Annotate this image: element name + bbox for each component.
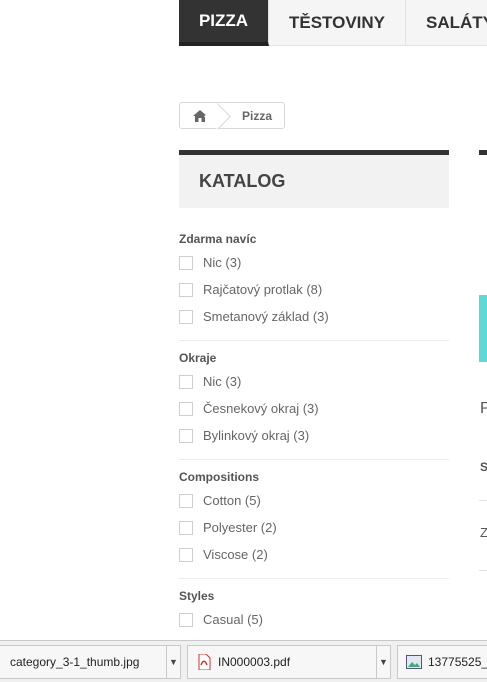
filter-option-label: Polyester (2) [203, 520, 277, 535]
filter-option[interactable]: Česnekový okraj (3) [179, 395, 449, 422]
checkbox[interactable] [179, 401, 193, 416]
checkbox[interactable] [179, 612, 193, 627]
tab-testoviny[interactable]: TĚSTOVINY [269, 0, 406, 46]
filter-group-title: Okraje [179, 351, 217, 365]
checkbox[interactable] [179, 428, 193, 443]
download-item[interactable]: 13775525_ [397, 644, 487, 679]
filter-option[interactable]: Bylinkový okraj (3) [179, 422, 449, 449]
download-bar: category_3-1_thumb.jpg ▼ IN000003.pdf ▼ … [0, 640, 487, 682]
filter-option-label: Smetanový základ (3) [203, 309, 329, 324]
filter-group-zdarma: Zdarma navíc Nic (3) Rajčatový protlak (… [179, 222, 449, 330]
pdf-icon [196, 653, 212, 671]
chevron-down-icon[interactable]: ▼ [166, 645, 180, 678]
filter-group-styles: Styles Casual (5) [179, 578, 449, 633]
download-filename: 13775525_ [428, 654, 487, 669]
filter-option[interactable]: Nic (3) [179, 249, 449, 276]
clipped-heading: P [480, 400, 487, 417]
filter-option-label: Cotton (5) [203, 493, 261, 508]
filter-option[interactable]: Cotton (5) [179, 487, 449, 514]
tab-salaty[interactable]: SALÁTY [406, 0, 487, 46]
download-item[interactable]: category_3-1_thumb.jpg ▼ [0, 644, 181, 679]
breadcrumb: Pizza [179, 102, 285, 129]
filter-option-label: Nic (3) [203, 374, 242, 389]
filter-option-label: Bylinkový okraj (3) [203, 428, 310, 443]
filter-option[interactable]: Smetanový základ (3) [179, 303, 449, 330]
filter-group-title: Zdarma navíc [179, 232, 257, 246]
filter-group-title: Compositions [179, 470, 259, 484]
filter-option-label: Rajčatový protlak (8) [203, 282, 323, 297]
filter-option[interactable]: Rajčatový protlak (8) [179, 276, 449, 303]
filter-option[interactable]: Polyester (2) [179, 514, 449, 541]
divider [479, 570, 487, 571]
checkbox[interactable] [179, 282, 193, 297]
download-filename: category_3-1_thumb.jpg [10, 654, 140, 669]
home-icon [193, 109, 207, 122]
filter-option[interactable]: Nic (3) [179, 368, 449, 395]
chevron-down-icon[interactable]: ▼ [376, 645, 390, 678]
filter-option-label: Viscose (2) [203, 547, 268, 562]
filter-group-compositions: Compositions Cotton (5) Polyester (2) Vi… [179, 459, 449, 568]
download-filename: IN000003.pdf [218, 654, 291, 669]
accent-banner [479, 295, 487, 362]
catalog-heading: KATALOG [179, 150, 449, 208]
checkbox[interactable] [179, 374, 193, 389]
clipped-text: Z [480, 525, 487, 540]
download-item[interactable]: IN000003.pdf ▼ [187, 644, 391, 679]
checkbox[interactable] [179, 309, 193, 324]
filter-group-okraje: Okraje Nic (3) Česnekový okraj (3) Bylin… [179, 340, 449, 449]
tab-pizza[interactable]: PIZZA [179, 0, 269, 46]
filter-group-title: Styles [179, 589, 215, 603]
image-icon [406, 653, 422, 671]
divider [479, 500, 487, 501]
filter-option-label: Nic (3) [203, 255, 242, 270]
breadcrumb-home[interactable] [180, 103, 220, 128]
filter-option-label: Casual (5) [203, 612, 263, 627]
content-top-border [479, 150, 487, 155]
top-navigation: PIZZA TĚSTOVINY SALÁTY [179, 0, 487, 46]
filter-option[interactable]: Viscose (2) [179, 541, 449, 568]
checkbox[interactable] [179, 520, 193, 535]
filter-option[interactable]: Casual (5) [179, 606, 449, 633]
clipped-label: S [480, 460, 487, 474]
checkbox[interactable] [179, 547, 193, 562]
filter-option-label: Česnekový okraj (3) [203, 401, 319, 416]
catalog-filters: Zdarma navíc Nic (3) Rajčatový protlak (… [179, 222, 449, 633]
checkbox[interactable] [179, 255, 193, 270]
checkbox[interactable] [179, 493, 193, 508]
